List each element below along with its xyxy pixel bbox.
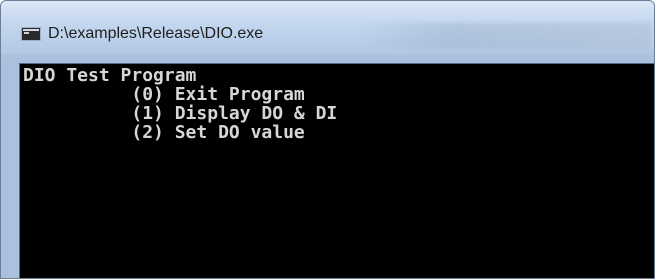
- console-text: DIO Test Program (0) Exit Program (1) Di…: [23, 66, 337, 142]
- title-bar-blurred-area: [361, 23, 651, 49]
- window-title: D:\examples\Release\DIO.exe: [48, 25, 264, 42]
- title-bar[interactable]: D:\examples\Release\DIO.exe: [1, 1, 654, 53]
- console-app-icon[interactable]: [21, 27, 41, 41]
- console-line-option-set: (2) Set DO value: [23, 122, 305, 143]
- console-line-option-exit: (0) Exit Program: [23, 84, 305, 105]
- console-line-program-title: DIO Test Program: [23, 65, 197, 86]
- console-line-option-display: (1) Display DO & DI: [23, 103, 338, 124]
- console-output-area[interactable]: DIO Test Program (0) Exit Program (1) Di…: [19, 63, 654, 278]
- console-window: D:\examples\Release\DIO.exe DIO Test Pro…: [0, 0, 655, 279]
